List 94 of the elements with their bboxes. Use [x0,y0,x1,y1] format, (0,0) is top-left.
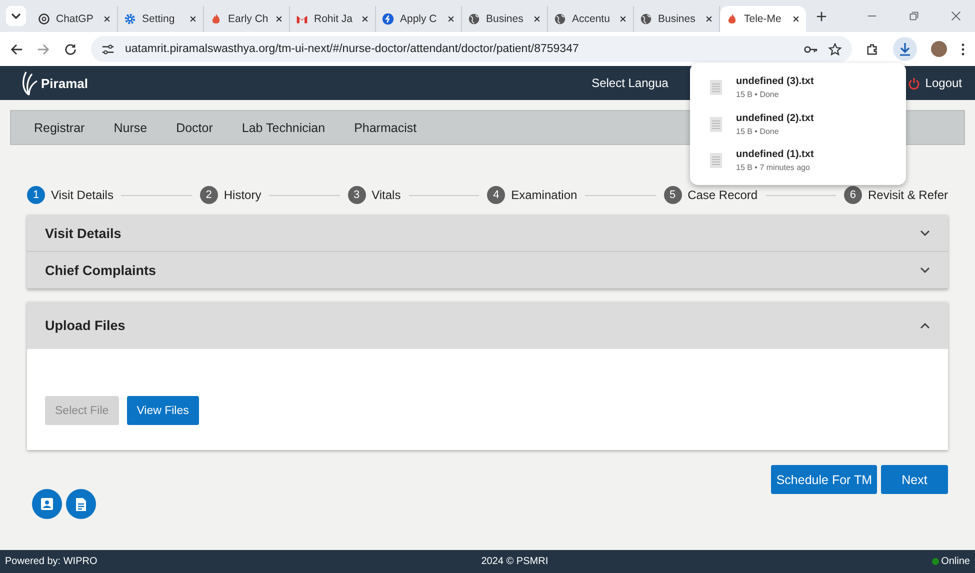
step-number[interactable]: 6 [844,186,862,204]
contact-card-button[interactable] [32,489,62,519]
role-tab[interactable]: Registrar [34,120,85,134]
flame-icon [210,13,222,25]
close-icon[interactable] [951,11,961,21]
step-number[interactable]: 5 [664,186,682,204]
restore-icon[interactable] [909,11,919,21]
download-item[interactable]: undefined (3).txt 15 B • Done [690,69,906,106]
star-icon[interactable] [828,42,842,56]
badge-icon [382,13,394,25]
tab-title: Early Ch [228,13,269,25]
site-settings-icon[interactable] [101,42,115,56]
tab-title: Accentu [572,13,611,25]
address-bar[interactable]: uatamrit.piramalswasthya.org/tm-ui-next/#/nurse-doctor/attendant/doctor/patient/8759347 [91,36,852,62]
tab-title: Busines [658,13,696,25]
close-icon[interactable] [619,15,627,23]
panel-header[interactable]: Visit Details [27,215,948,252]
close-icon[interactable] [447,15,455,23]
tab-title: Busines [486,13,524,25]
file-name: undefined (3).txt [736,76,814,87]
browser-tab[interactable]: Tele-Me [720,6,806,32]
file-icon [710,116,722,132]
download-item[interactable]: undefined (1).txt 15 B • 7 minutes ago [690,142,906,180]
extensions-icon[interactable] [866,42,879,56]
tab-title: Rohit Ja [314,13,354,25]
next-button[interactable]: Next [881,465,948,494]
schedule-button[interactable]: Schedule For TM [771,465,877,494]
step-number[interactable]: 4 [487,186,506,204]
tab-title: Setting [142,13,176,25]
panel-title: Visit Details [45,226,122,240]
step-label[interactable]: Examination [511,188,578,202]
flame-icon [726,13,738,25]
file-name: undefined (1).txt [736,149,814,160]
view-files-button[interactable]: View Files [126,396,199,425]
panel-title: Upload Files [45,318,126,333]
status-text: Online [941,556,970,567]
contact-card-icon [40,497,54,511]
powered-by-text: Powered by: WIPRO [5,556,98,567]
logout-button[interactable]: Logout [908,76,962,90]
forward-icon[interactable] [37,42,50,56]
brand-name: Piramal [41,76,88,90]
mail-icon [296,13,308,25]
step-number[interactable]: 1 [27,186,45,204]
language-select[interactable]: Select Langua [592,76,668,90]
close-icon[interactable] [275,15,283,23]
gear-icon [124,13,136,25]
panel-header[interactable]: Upload Files [27,302,948,349]
close-icon[interactable] [361,15,369,23]
close-icon[interactable] [792,15,800,23]
close-icon[interactable] [189,15,197,23]
step-label[interactable]: Vitals [372,188,401,202]
power-icon [908,76,920,90]
close-icon[interactable] [705,15,713,23]
globe-icon [640,13,652,25]
chevron-down-icon [11,13,21,19]
download-item[interactable]: undefined (2).txt 15 B • Done [690,106,906,142]
panel-header[interactable]: Chief Complaints [27,252,948,289]
avatar[interactable] [931,41,947,57]
close-icon[interactable] [103,15,111,23]
file-details: 15 B • Done [736,90,780,99]
file-icon [710,153,722,168]
file-details: 15 B • Done [736,126,780,136]
step-number[interactable]: 2 [200,186,218,204]
new-tab-icon[interactable] [816,10,827,22]
role-tab[interactable]: Lab Technician [242,120,326,134]
tab-search-button[interactable] [6,6,26,26]
role-tab[interactable]: Doctor [176,120,213,134]
tab-title: Tele-Me [744,13,782,25]
tab-title: ChatGP [56,13,94,25]
role-tab[interactable]: Nurse [114,120,148,134]
step-label[interactable]: Revisit & Refer [868,188,948,202]
download-button[interactable] [893,37,917,61]
file-icon [710,80,722,95]
document-icon [75,496,87,512]
panel-title: Chief Complaints [45,262,156,278]
role-tab[interactable]: Pharmacist [354,120,417,134]
step-label[interactable]: History [224,188,262,202]
globe-icon [468,13,480,25]
file-details: 15 B • 7 minutes ago [736,163,811,172]
menu-icon[interactable] [961,42,965,56]
document-button[interactable] [66,489,96,519]
step-number[interactable]: 3 [348,186,366,204]
download-icon [898,42,912,56]
leaf-logo-icon [20,70,38,96]
url-text: uatamrit.piramalswasthya.org/tm-ui-next/#/nurse-doctor/attendant/doctor/patient/8759347 [125,43,579,55]
close-icon[interactable] [533,15,541,23]
step-label[interactable]: Visit Details [51,188,114,202]
globe-icon [554,13,566,25]
tab-title: Apply C [400,13,438,25]
step-label[interactable]: Case Record [688,188,758,202]
file-name: undefined (2).txt [736,112,814,124]
copyright-text: 2024 © PSMRI [481,556,548,567]
reload-icon[interactable] [64,42,77,56]
back-icon[interactable] [10,42,23,56]
